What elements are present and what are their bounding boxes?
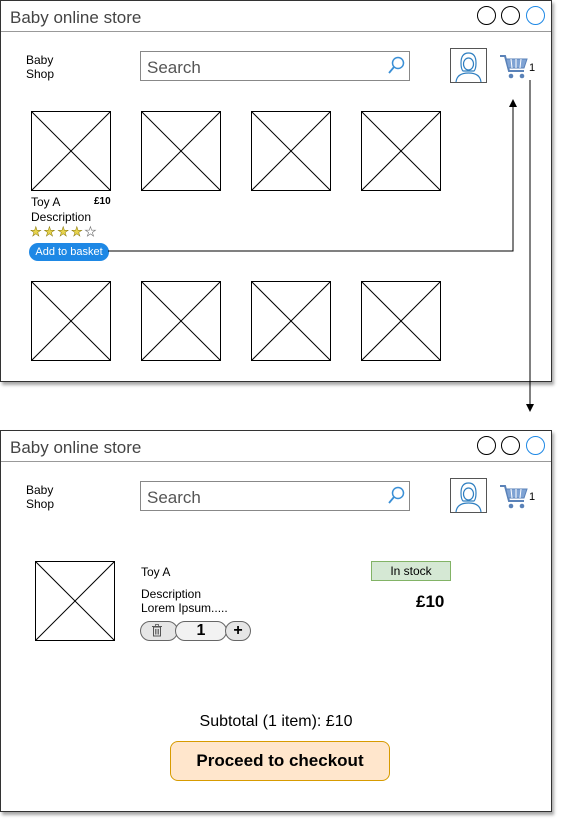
star-icon: ★	[57, 224, 71, 240]
product-image[interactable]	[361, 111, 441, 191]
titlebar: Baby online store	[1, 1, 551, 32]
remove-item-button[interactable]	[140, 621, 178, 641]
maximize-button[interactable]	[501, 436, 520, 455]
product-image[interactable]	[361, 281, 441, 361]
logo-line-2: Shop	[26, 67, 55, 81]
quantity-stepper[interactable]: 1	[175, 621, 227, 641]
star-icon: ★	[30, 224, 44, 240]
window-title: Baby online store	[10, 8, 142, 27]
stock-status-badge: In stock	[371, 561, 451, 581]
titlebar: Baby online store	[1, 431, 551, 462]
basket-window: Baby online store Baby Shop Search 1 Toy…	[0, 430, 552, 812]
product-image[interactable]	[141, 281, 221, 361]
basket-item-name[interactable]: Toy A	[141, 565, 170, 579]
cart-count-badge: 1	[529, 62, 536, 74]
close-button[interactable]	[526, 436, 545, 455]
plus-icon: +	[233, 622, 243, 639]
search-icon[interactable]	[386, 485, 406, 512]
cart-icon[interactable]	[499, 51, 529, 86]
search-icon[interactable]	[386, 55, 406, 82]
cart-count-badge: 1	[529, 491, 536, 503]
star-empty-icon: ★	[84, 224, 99, 240]
cart-icon[interactable]	[499, 481, 529, 516]
rating-stars: ★★★★★	[30, 224, 98, 240]
product-price: £10	[94, 196, 111, 207]
logo-line-2: Shop	[26, 497, 55, 511]
product-image[interactable]	[251, 111, 331, 191]
subtotal-text: Subtotal (1 item): £10	[199, 713, 353, 730]
logo-line-1: Baby	[26, 483, 54, 497]
product-image[interactable]	[31, 281, 111, 361]
basket-item-price: £10	[416, 592, 445, 611]
basket-item-image[interactable]	[35, 561, 115, 641]
basket-item-lorem: Lorem Ipsum.....	[141, 601, 228, 615]
logo-line-1: Baby	[26, 53, 54, 67]
product-image[interactable]	[141, 111, 221, 191]
add-to-basket-button[interactable]: Add to basket	[29, 243, 109, 261]
search-input[interactable]: Search	[140, 481, 410, 511]
product-image[interactable]	[31, 111, 111, 191]
user-avatar-icon[interactable]	[450, 48, 487, 83]
search-placeholder: Search	[147, 488, 201, 507]
shop-logo[interactable]: Baby Shop	[26, 53, 54, 81]
window-title: Baby online store	[10, 438, 142, 457]
search-placeholder: Search	[147, 58, 201, 77]
proceed-to-checkout-button[interactable]: Proceed to checkout	[170, 741, 390, 781]
product-description: Description	[31, 210, 92, 224]
listing-window: Baby online store Baby Shop Search 1 Toy…	[0, 0, 552, 382]
shop-logo[interactable]: Baby Shop	[26, 483, 54, 511]
close-button[interactable]	[526, 6, 545, 25]
star-icon: ★	[43, 224, 58, 240]
user-avatar-icon[interactable]	[450, 478, 487, 513]
trash-icon	[152, 624, 162, 637]
maximize-button[interactable]	[501, 6, 520, 25]
product-image[interactable]	[251, 281, 331, 361]
product-name[interactable]: Toy A	[31, 195, 60, 209]
basket-item-description: Description	[141, 587, 202, 601]
star-icon: ★	[70, 224, 85, 240]
search-input[interactable]: Search	[140, 51, 410, 81]
minimize-button[interactable]	[477, 6, 496, 25]
increase-quantity-button[interactable]: +	[225, 621, 251, 641]
minimize-button[interactable]	[477, 436, 496, 455]
